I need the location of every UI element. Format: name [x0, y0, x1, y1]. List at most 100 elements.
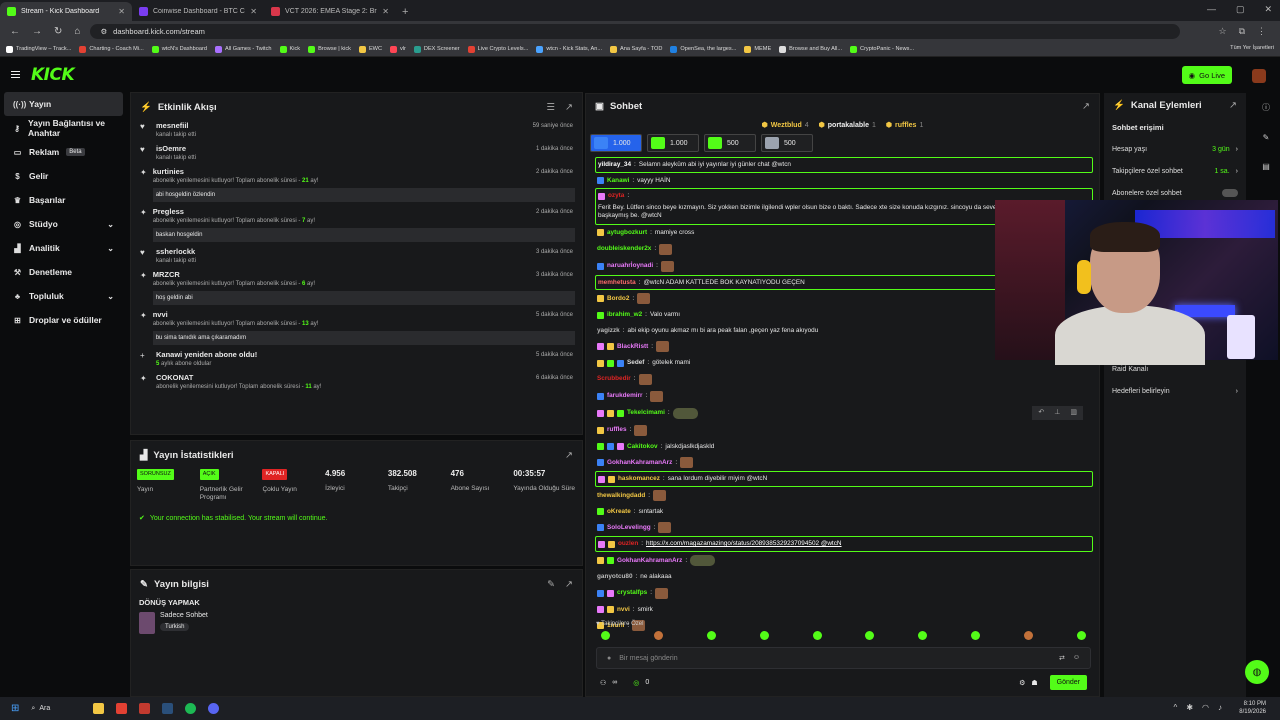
sidebar-item-studio[interactable]: ◎ Stüdyo ⌄ [0, 212, 127, 236]
chat-username[interactable]: yildiray_34 [598, 161, 631, 169]
bookmark-item[interactable]: TradingView – Track... [6, 45, 71, 53]
event-username[interactable]: COKONAT [156, 373, 573, 382]
popout-icon[interactable]: ↗ [565, 102, 573, 113]
sidebar-item-trophy[interactable]: ♛ Başarılar [0, 188, 127, 212]
event-username[interactable]: kurtinies [153, 167, 575, 176]
account-age-setting[interactable]: Hesap yaşı 3 gün › [1104, 138, 1246, 160]
sidebar-item-hammer[interactable]: ⚒ Denetleme [0, 260, 127, 284]
sidebar-item-gift[interactable]: ⊞ Droplar ve ödüller [0, 308, 127, 332]
bookmark-item[interactable]: Browse and Buy All... [779, 45, 842, 53]
site-info-icon[interactable]: ⚙ [100, 27, 107, 36]
bookmark-item[interactable]: Ana Sayfa - TOD [610, 45, 662, 53]
home-icon[interactable]: ⌂ [74, 26, 80, 37]
maximize-icon[interactable]: ▢ [1236, 4, 1245, 15]
close-tab-icon[interactable]: ✕ [250, 7, 257, 16]
close-window-icon[interactable]: ✕ [1264, 4, 1272, 15]
chat-username[interactable]: Cakitokov [627, 443, 658, 451]
popout-icon[interactable]: ↗ [565, 450, 573, 461]
settings-icon[interactable]: ⚙ [1019, 679, 1025, 687]
quick-emote-icon[interactable] [653, 631, 663, 640]
bookmark-item[interactable]: Kick [279, 45, 300, 53]
chat-username[interactable]: oKreate [607, 508, 631, 516]
chrome-icon[interactable] [116, 703, 128, 714]
info-icon[interactable]: ⓘ [1262, 102, 1270, 113]
chat-username[interactable]: Scrubbedir [597, 375, 631, 383]
quick-emote-icon[interactable] [812, 631, 822, 640]
chat-icon[interactable]: ▤ [1262, 162, 1270, 171]
emoji-icon[interactable]: ☺ [1073, 654, 1080, 662]
bookmark-item[interactable]: Live Crypto Levels... [467, 45, 528, 53]
close-tab-icon[interactable]: ✕ [382, 7, 389, 16]
go-live-button[interactable]: ◉ Go Live [1181, 66, 1232, 84]
chat-username[interactable]: thewalkingdadd [597, 492, 645, 500]
gift-card[interactable]: 1.000 [590, 134, 642, 152]
app-icon[interactable] [139, 703, 151, 714]
chat-username[interactable]: farukdemirr [607, 392, 643, 400]
quick-emote-icon[interactable] [601, 631, 610, 640]
sidebar-item-dollar[interactable]: $ Gelir [0, 164, 127, 188]
bluetooth-icon[interactable]: ✱ [1186, 703, 1193, 712]
avatar[interactable] [1252, 69, 1266, 83]
bookmark-item[interactable]: Charting - Coach Mi... [79, 45, 144, 53]
set-goals-action[interactable]: Hedefleri belirleyin › [1104, 380, 1246, 402]
quick-emote-icon[interactable] [865, 631, 875, 640]
event-username[interactable]: ssherlockk [156, 247, 573, 256]
quick-emote-icon[interactable] [918, 631, 928, 640]
discord-icon[interactable] [208, 703, 220, 714]
event-username[interactable]: MRZCR [153, 270, 575, 279]
hamburger-menu-icon[interactable] [11, 71, 20, 78]
bookmark-item[interactable]: wtcn - Kick Stats, An... [536, 45, 602, 53]
followers-only-setting[interactable]: Takipçilere özel sohbet 1 sa. › [1104, 160, 1246, 182]
file-explorer-icon[interactable] [93, 703, 105, 714]
bookmark-item[interactable]: EWC [358, 45, 382, 53]
tab-coinwise[interactable]: Coinwise Dashboard - BTC Cryp ✕ [132, 2, 264, 21]
tab-vct[interactable]: VCT 2026: EMEA Stage 2: Brack ✕ [264, 2, 396, 21]
chat-username[interactable]: memhetusta [598, 279, 636, 287]
bookmark-item[interactable]: wtcN's Dashboard [151, 45, 207, 53]
chat-username[interactable]: ibrahim_w2 [607, 311, 642, 319]
subscribers-only-toggle[interactable] [1222, 189, 1238, 197]
sidebar-item-community[interactable]: ♣ Topluluk ⌄ [0, 284, 127, 308]
filter-icon[interactable]: ☰ [547, 102, 556, 113]
spotify-icon[interactable] [185, 703, 197, 714]
tab-kick-dashboard[interactable]: Stream - Kick Dashboard ✕ [0, 2, 132, 21]
bookmark-item[interactable]: All Games - Twitch [214, 45, 272, 53]
delete-icon[interactable]: ▥ [1070, 409, 1077, 417]
back-icon[interactable]: ← [10, 26, 20, 37]
minimize-icon[interactable]: — [1207, 4, 1216, 15]
taskbar-clock[interactable]: 8:10 PM 8/19/2026 [1239, 700, 1266, 717]
quick-emote-icon[interactable] [706, 631, 716, 640]
quick-emote-icon[interactable] [971, 631, 981, 640]
popout-icon[interactable]: ↗ [1229, 100, 1237, 111]
sidebar-item-ad[interactable]: ▭ Reklam Beta [0, 140, 127, 164]
sidebar-item-chart[interactable]: ▟ Analitik ⌄ [0, 236, 127, 260]
chat-username[interactable]: GokhanKahramanArz [617, 557, 682, 565]
chat-username[interactable]: ruffles [607, 426, 627, 434]
bookmark-item[interactable]: CryptoPanic - News... [850, 45, 914, 53]
reload-icon[interactable]: ↻ [54, 26, 62, 37]
link-icon[interactable]: ∞ [612, 679, 617, 686]
close-tab-icon[interactable]: ✕ [118, 7, 125, 16]
windows-start-icon[interactable]: ⊞ [11, 703, 19, 714]
event-username[interactable]: mesnefiil [156, 121, 573, 130]
chevron-up-icon[interactable]: ^ [1174, 703, 1178, 712]
mod-icon[interactable]: ☗ [1031, 679, 1037, 687]
chat-username[interactable]: yagizzk [597, 327, 620, 335]
chat-username[interactable]: Tekelcimami [627, 409, 665, 417]
translate-icon[interactable]: ⇄ [1059, 654, 1065, 662]
chat-help-button[interactable]: ◍ [1245, 660, 1269, 684]
reply-icon[interactable]: ↶ [1038, 409, 1044, 417]
quick-emote-icon[interactable] [759, 631, 769, 640]
new-tab-icon[interactable]: + [402, 6, 408, 18]
taskbar-search[interactable]: ⌕ Ara [31, 705, 81, 713]
quick-emote-icon[interactable] [1076, 631, 1086, 640]
people-icon[interactable]: ⚇ [600, 679, 606, 687]
chat-username[interactable]: Kanawi [607, 177, 629, 185]
url-field[interactable]: ⚙ dashboard.kick.com/stream [90, 24, 1181, 39]
chat-username[interactable]: haskomancez [618, 475, 660, 483]
event-username[interactable]: Kanawi yeniden abone oldu! [156, 350, 573, 359]
chat-username[interactable]: GokhanKahramanArz [607, 459, 672, 467]
pin-icon[interactable]: ⊥ [1054, 409, 1060, 417]
chat-input[interactable]: ● Bir mesaj gönderin ⇄ ☺ [596, 647, 1091, 669]
bookmark-star-icon[interactable]: ☆ [1218, 26, 1226, 37]
